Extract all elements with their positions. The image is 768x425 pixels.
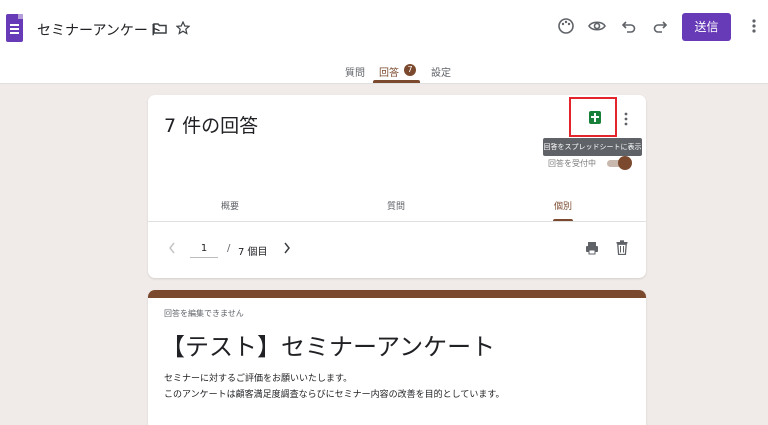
form-header-card: 回答を編集できません 【テスト】セミナーアンケート セミナーに対するご評価をお願… <box>148 290 646 425</box>
trash-icon[interactable] <box>616 240 628 255</box>
star-icon[interactable] <box>176 21 190 35</box>
responses-card: 7 件の回答 回答をスプレッドシートに表示 回答を受付中 概要 質問 個別 1 … <box>148 95 646 278</box>
tab-settings[interactable]: 設定 <box>431 64 451 79</box>
send-button[interactable]: 送信 <box>682 13 731 41</box>
preview-eye-icon[interactable] <box>588 17 606 35</box>
redo-icon[interactable] <box>651 17 669 35</box>
subtab-individual[interactable]: 個別 <box>554 199 572 212</box>
accepting-responses-label: 回答を受付中 <box>548 159 596 168</box>
page-separator: / <box>227 243 231 254</box>
form-title: 【テスト】セミナーアンケート <box>161 333 496 361</box>
document-title[interactable]: セミナーアンケート <box>37 20 162 40</box>
chevron-right-icon[interactable] <box>283 242 291 254</box>
tab-responses[interactable]: 回答 <box>379 64 399 79</box>
page-total: 7 個目 <box>238 247 268 258</box>
palette-icon[interactable] <box>557 17 575 35</box>
divider <box>148 221 646 222</box>
more-vert-icon[interactable] <box>622 111 630 127</box>
undo-icon[interactable] <box>620 17 638 35</box>
chevron-left-icon[interactable] <box>168 242 176 254</box>
form-description-line: このアンケートは顧客満足度調査ならびにセミナー内容の改善を目的としています。 <box>164 390 505 400</box>
forms-app-icon[interactable] <box>6 14 23 42</box>
cannot-edit-notice: 回答を編集できません <box>164 309 244 318</box>
form-description-line: セミナーに対するご評価をお願いいたします。 <box>164 374 353 384</box>
active-tab-indicator <box>373 80 420 83</box>
more-vert-icon[interactable] <box>747 17 761 35</box>
response-count-title: 7 件の回答 <box>164 115 259 137</box>
subtab-summary[interactable]: 概要 <box>221 199 239 212</box>
view-in-sheets-tooltip: 回答をスプレッドシートに表示 <box>543 138 642 156</box>
folder-icon[interactable] <box>153 21 167 35</box>
tab-questions[interactable]: 質問 <box>345 64 365 79</box>
page-number-input[interactable]: 1 <box>190 238 218 258</box>
response-count-badge: 7 <box>404 64 416 76</box>
toggle-knob[interactable] <box>618 156 632 170</box>
print-icon[interactable] <box>585 241 599 255</box>
spreadsheet-icon[interactable] <box>589 111 601 124</box>
subtab-question[interactable]: 質問 <box>387 199 405 212</box>
form-tabs: 質問 回答 設定 <box>0 56 768 84</box>
top-bar: セミナーアンケート 送信 <box>0 0 768 56</box>
card-accent-bar <box>148 290 646 298</box>
